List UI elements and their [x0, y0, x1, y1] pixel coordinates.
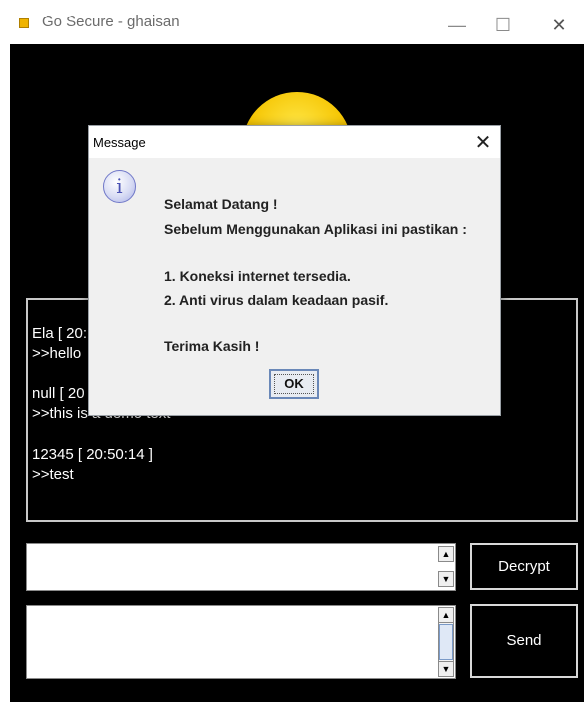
decrypt-input[interactable] [26, 543, 456, 591]
dialog-title-bar[interactable] [89, 126, 500, 158]
menu-bar [10, 44, 584, 70]
minimize-icon[interactable]: — [434, 8, 480, 42]
chat-line: >>hello [32, 345, 82, 362]
close-icon[interactable]: ✕ [536, 8, 582, 42]
menu-about[interactable]: About [133, 4, 176, 21]
dialog-item: 1. Koneksi internet tersedia. [164, 268, 351, 284]
scroll-down-icon[interactable]: ▼ [438, 661, 454, 677]
dialog-thanks: Terima Kasih ! [164, 338, 260, 354]
dialog-title: Message [93, 135, 146, 150]
message-input[interactable] [26, 605, 456, 679]
dialog-intro: Sebelum Menggunakan Aplikasi ini pastika… [164, 221, 467, 237]
send-button[interactable]: Send [470, 604, 578, 678]
scroll-down-icon[interactable]: ▼ [438, 571, 454, 587]
dialog-item: 2. Anti virus dalam keadaan pasif. [164, 292, 389, 308]
message-dialog: Message ✕ i Selamat Datang ! Sebelum Men… [88, 125, 501, 416]
maximize-icon[interactable]: ☐ [480, 8, 526, 42]
chat-line: >>test [32, 466, 74, 483]
menu-find[interactable]: Find [16, 4, 48, 21]
decrypt-button[interactable]: Decrypt [470, 543, 578, 590]
scroll-up-icon[interactable]: ▲ [438, 607, 454, 623]
scrollbar-thumb[interactable] [439, 624, 453, 660]
ok-button[interactable]: OK [269, 369, 319, 399]
focus-ring [274, 374, 314, 394]
close-icon[interactable]: ✕ [469, 129, 497, 157]
menu-system[interactable]: System [63, 4, 116, 21]
chat-line: Ela [ 20: [32, 325, 88, 342]
dialog-greeting: Selamat Datang ! [164, 196, 278, 212]
chat-line: null [ 20 [32, 385, 85, 402]
scroll-up-icon[interactable]: ▲ [438, 546, 454, 562]
chat-line: 12345 [ 20:50:14 ] [32, 446, 153, 463]
info-icon: i [103, 170, 136, 203]
